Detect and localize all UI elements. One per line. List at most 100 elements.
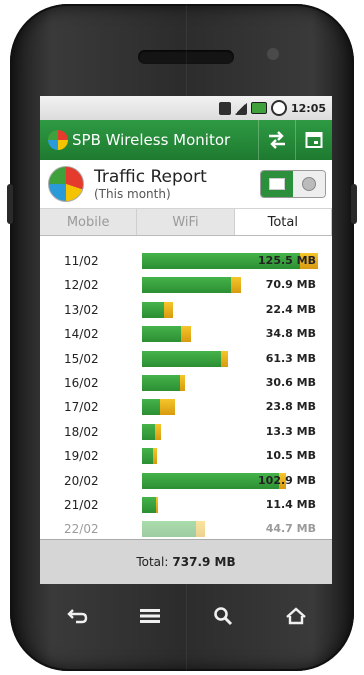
- traffic-bar: [142, 399, 175, 416]
- row-value: 61.3 MB: [265, 351, 316, 365]
- tab-mobile[interactable]: Mobile: [40, 209, 138, 235]
- bar-segment-secondary: [153, 448, 157, 465]
- tab-bar: Mobile WiFi Total: [40, 209, 332, 236]
- row-date: 21/02: [64, 497, 99, 512]
- traffic-row[interactable]: 13/02 22.4 MB: [40, 299, 332, 323]
- row-value: 44.7 MB: [265, 522, 316, 536]
- traffic-row[interactable]: 18/02 13.3 MB: [40, 421, 332, 445]
- traffic-bar: [142, 448, 157, 465]
- traffic-row[interactable]: 19/02 10.5 MB: [40, 445, 332, 469]
- row-value: 11.4 MB: [265, 497, 316, 511]
- search-icon: [213, 607, 232, 626]
- report-header: Traffic Report (This month): [40, 160, 332, 209]
- traffic-row[interactable]: 15/02 61.3 MB: [40, 348, 332, 372]
- search-button[interactable]: [203, 600, 243, 632]
- total-label: Total:: [136, 555, 169, 569]
- traffic-row[interactable]: 12/02 70.9 MB: [40, 274, 332, 298]
- row-date: 14/02: [64, 327, 99, 342]
- menu-button[interactable]: [130, 600, 170, 632]
- report-title: Traffic Report: [94, 166, 207, 187]
- home-icon: [285, 607, 306, 625]
- earpiece-speaker: [138, 50, 234, 64]
- traffic-row[interactable]: 20/02 102.9 MB: [40, 470, 332, 494]
- bar-segment-secondary: [164, 301, 173, 318]
- row-value: 23.8 MB: [265, 400, 316, 414]
- row-value: 10.5 MB: [265, 449, 316, 463]
- total-value: 737.9 MB: [172, 555, 236, 569]
- bar-segment-secondary: [231, 277, 241, 294]
- chart-view-button[interactable]: [261, 171, 293, 197]
- row-date: 11/02: [64, 254, 99, 268]
- row-value: 13.3 MB: [265, 424, 316, 438]
- bar-segment-secondary: [156, 496, 158, 513]
- status-time: 12:05: [290, 101, 326, 115]
- traffic-row[interactable]: 14/02 34.8 MB: [40, 323, 332, 347]
- volume-button[interactable]: [7, 184, 13, 224]
- traffic-row[interactable]: 11/02 125.5 MB: [40, 250, 332, 274]
- traffic-bar: [142, 350, 228, 367]
- bar-segment-main: [142, 301, 164, 318]
- bar-chart-icon: [269, 178, 285, 190]
- calendar-button[interactable]: [295, 120, 332, 160]
- status-bar: 12:05: [40, 96, 332, 120]
- bar-segment-secondary: [180, 374, 185, 391]
- row-value: 22.4 MB: [265, 302, 316, 316]
- row-value: 125.5 MB: [258, 254, 316, 267]
- bar-segment-main: [142, 399, 160, 416]
- bar-segment-main: [142, 350, 221, 367]
- row-date: 16/02: [64, 375, 99, 390]
- bar-segment-main: [142, 496, 156, 513]
- row-value: 102.9 MB: [258, 473, 316, 487]
- traffic-row[interactable]: 21/02 11.4 MB: [40, 494, 332, 518]
- row-value: 30.6 MB: [265, 375, 316, 389]
- bar-segment-secondary: [196, 521, 205, 538]
- traffic-list[interactable]: 11/02 125.5 MB 12/02 70.9 MB 13/02 22.4 MB 14/…: [40, 236, 332, 550]
- bar-segment-main: [142, 448, 153, 465]
- row-date: 22/02: [64, 522, 99, 537]
- row-date: 15/02: [64, 351, 99, 366]
- traffic-bar: [142, 423, 161, 440]
- nav-bar: [40, 596, 332, 636]
- traffic-row[interactable]: 17/02 23.8 MB: [40, 396, 332, 420]
- app-logo-icon: [48, 130, 68, 150]
- bar-segment-main: [142, 326, 181, 343]
- report-period: (This month): [94, 186, 171, 201]
- back-icon: [66, 609, 87, 624]
- menu-icon: [139, 609, 160, 623]
- app-title: SPB Wireless Monitor: [72, 131, 231, 149]
- bar-segment-secondary: [160, 399, 175, 416]
- sim-icon: [218, 101, 231, 115]
- battery-icon: [250, 102, 267, 114]
- traffic-bar: [142, 521, 205, 538]
- row-value: 70.9 MB: [265, 278, 316, 292]
- row-date: 12/02: [64, 278, 99, 293]
- bar-segment-secondary: [181, 326, 191, 343]
- calendar-icon: [305, 132, 323, 148]
- back-button[interactable]: [57, 600, 97, 632]
- tab-total[interactable]: Total: [234, 209, 332, 235]
- pie-view-button[interactable]: [293, 171, 325, 197]
- bar-segment-main: [142, 423, 155, 440]
- app-titlebar: SPB Wireless Monitor: [40, 120, 332, 160]
- alarm-icon: [270, 100, 287, 116]
- bar-segment-secondary: [155, 423, 161, 440]
- phone-screen: 12:05 SPB Wireless Monitor Traffic Repor…: [40, 96, 332, 584]
- traffic-bar: [142, 301, 173, 318]
- pie-chart-icon: [48, 166, 84, 202]
- sync-button[interactable]: [258, 120, 295, 160]
- total-footer: Total: 737.9 MB: [40, 539, 332, 584]
- traffic-bar: [142, 374, 185, 391]
- row-date: 20/02: [64, 473, 99, 488]
- home-button[interactable]: [276, 600, 316, 632]
- tab-wifi[interactable]: WiFi: [137, 209, 235, 235]
- row-date: 13/02: [64, 302, 99, 317]
- row-date: 17/02: [64, 400, 99, 415]
- signal-icon: [234, 101, 247, 115]
- traffic-row[interactable]: 16/02 30.6 MB: [40, 372, 332, 396]
- row-date: 19/02: [64, 449, 99, 464]
- row-value: 34.8 MB: [265, 327, 316, 341]
- pie-icon: [302, 177, 316, 191]
- view-toggle: [260, 170, 326, 198]
- front-camera: [267, 48, 279, 60]
- power-button[interactable]: [351, 184, 357, 224]
